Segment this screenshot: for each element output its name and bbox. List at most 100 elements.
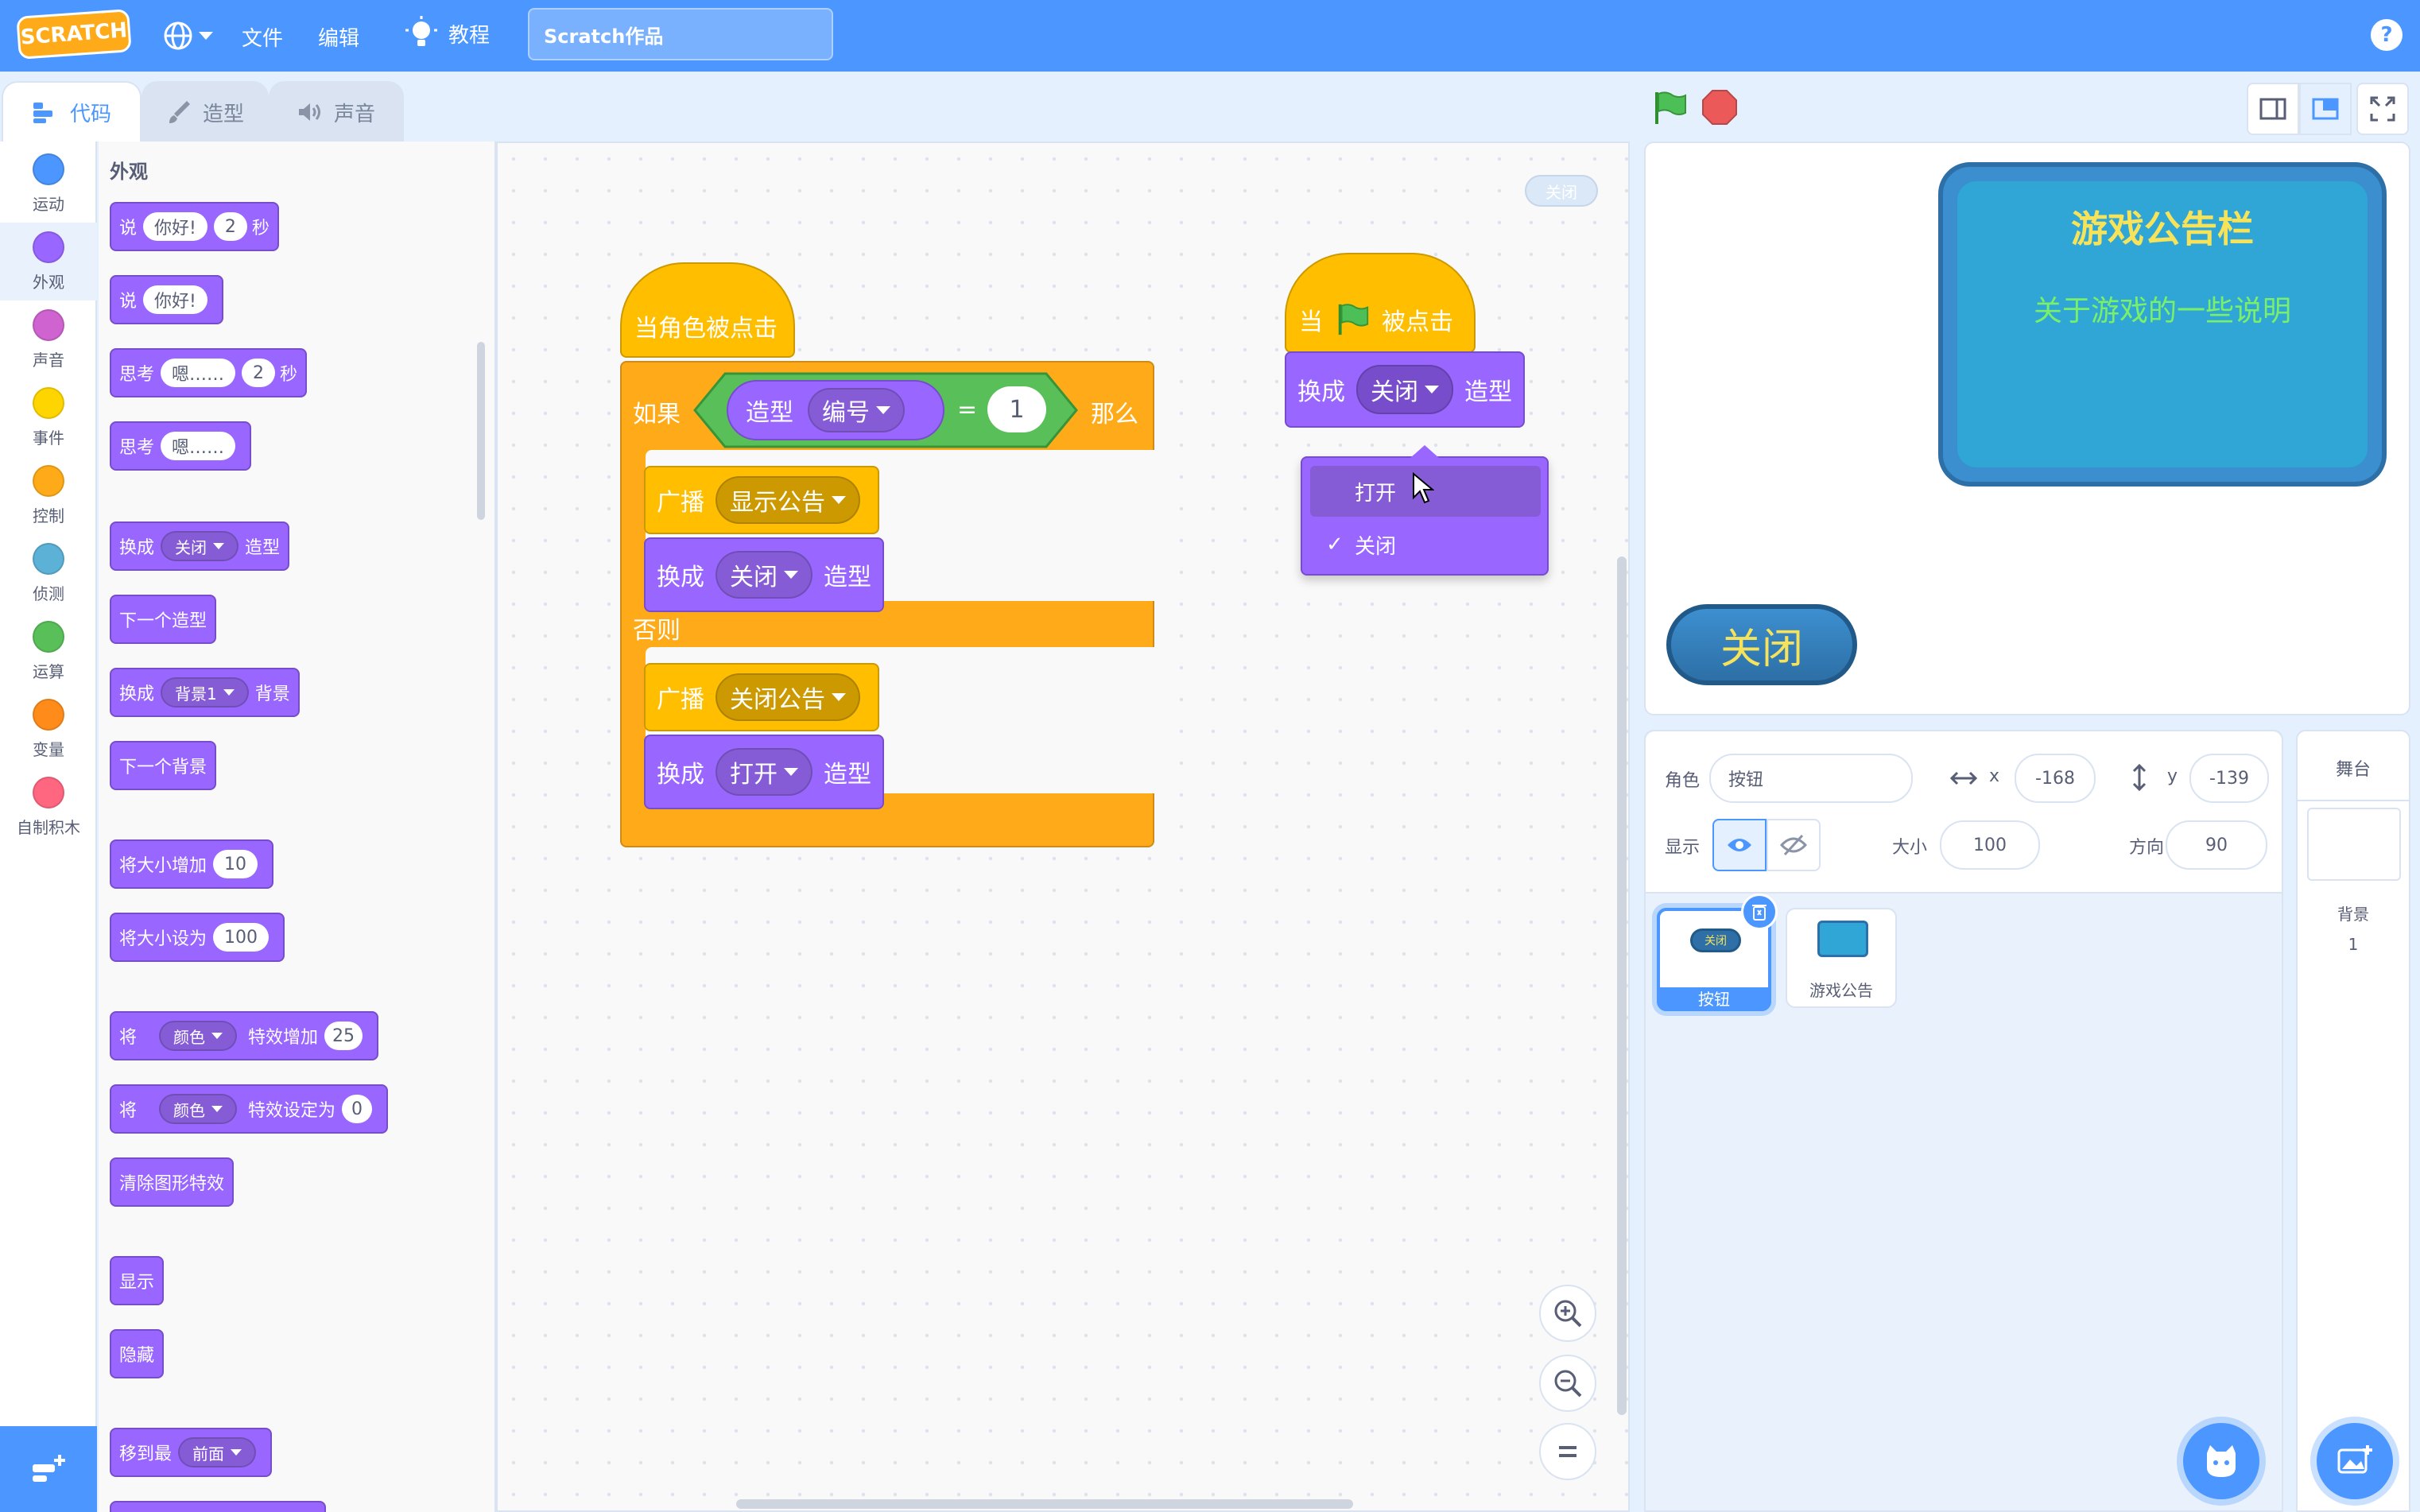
costume-reporter[interactable]: 造型 编号 [727, 380, 944, 440]
block-say-for-secs[interactable]: 说 你好! 2 秒 [110, 202, 279, 251]
sprite-tile-notice[interactable]: 游戏公告 [1786, 908, 1897, 1008]
broadcast-close-notice[interactable]: 广播 关闭公告 [644, 663, 879, 731]
effect-dropdown[interactable]: 颜色 [159, 1021, 238, 1051]
sprite-name-input[interactable]: 按钮 [1709, 754, 1913, 803]
set-effect-input[interactable]: 0 [342, 1095, 373, 1123]
costume-dropdown[interactable]: 打开 [716, 748, 812, 796]
size-input[interactable]: 100 [1940, 820, 2040, 870]
costume-dropdown-open[interactable]: 关闭 [1356, 365, 1453, 414]
palette-scrollbar[interactable] [477, 342, 485, 520]
dropdown-option-close[interactable]: ✓ 关闭 [1310, 520, 1541, 569]
zoom-reset-button[interactable] [1539, 1423, 1596, 1480]
notice-board[interactable]: 游戏公告栏 关于游戏的一些说明 [1938, 162, 2387, 487]
broadcast-message-dropdown[interactable]: 关闭公告 [716, 673, 860, 721]
block-show[interactable]: 显示 [110, 1256, 165, 1305]
add-backdrop-button[interactable] [2317, 1423, 2393, 1499]
change-size-input[interactable]: 10 [213, 850, 258, 878]
switch-costume-close[interactable]: 换成 关闭 造型 [644, 537, 884, 612]
block-clear-effects[interactable]: 清除图形特效 [110, 1157, 235, 1207]
category-looks[interactable]: 外观 [0, 223, 97, 300]
block-change-size[interactable]: 将大小增加 10 [110, 839, 274, 889]
block-palette: 外观 说 你好! 2 秒 说 你好! 思考 嗯…… 2 秒 思考 嗯…… 换成 … [99, 142, 496, 1512]
code-workspace[interactable]: 关闭 当角色被点击 如果 那么 否则 造型 编号 = 1 广播 显示公告 换成 … [496, 142, 1630, 1512]
costume-dropdown[interactable]: 关闭 [161, 531, 239, 561]
workspace-vertical-scrollbar[interactable] [1617, 556, 1627, 1415]
block-think[interactable]: 思考 嗯…… [110, 421, 252, 471]
say-secs-input[interactable]: 2 [213, 212, 247, 241]
add-extension-button[interactable] [0, 1426, 97, 1512]
show-hidden-button[interactable] [1767, 819, 1821, 871]
scratch-logo[interactable]: SCRATCH [16, 9, 132, 60]
say-input[interactable]: 你好! [143, 285, 207, 314]
think-secs-input[interactable]: 2 [242, 359, 276, 387]
say-message-input[interactable]: 你好! [143, 212, 207, 241]
tab-costumes[interactable]: 造型 [142, 81, 269, 142]
show-visible-button[interactable] [1712, 819, 1767, 871]
hat-when-flag-clicked[interactable]: 当 被点击 [1285, 253, 1476, 353]
stage-selector-panel[interactable]: 舞台 背景 1 [2296, 730, 2410, 1512]
help-button[interactable]: ? [2371, 19, 2403, 51]
block-switch-costume[interactable]: 换成 关闭 造型 [110, 521, 290, 571]
category-sound[interactable]: 声音 [0, 300, 97, 378]
switch-costume-open[interactable]: 换成 打开 造型 [644, 735, 884, 809]
category-control[interactable]: 控制 [0, 456, 97, 534]
category-operators[interactable]: 运算 [0, 612, 97, 690]
menu-file[interactable]: 文件 [242, 22, 283, 52]
category-variables[interactable]: 变量 [0, 690, 97, 768]
category-sensing[interactable]: 侦测 [0, 534, 97, 612]
fullscreen-button[interactable] [2356, 83, 2409, 135]
delete-sprite-button[interactable] [1741, 894, 1778, 930]
broadcast-show-notice[interactable]: 广播 显示公告 [644, 466, 879, 534]
block-set-effect[interactable]: 将 颜色 特效设定为 0 [110, 1084, 389, 1134]
equals-value-input[interactable]: 1 [987, 386, 1046, 432]
zoom-out-button[interactable] [1539, 1355, 1596, 1412]
stage-close-button-sprite[interactable]: 关闭 [1666, 604, 1857, 685]
green-flag-icon[interactable] [1650, 89, 1689, 127]
block-next-backdrop[interactable]: 下一个背景 [110, 741, 217, 790]
block-next-costume[interactable]: 下一个造型 [110, 595, 217, 644]
stage-canvas[interactable]: 游戏公告栏 关于游戏的一些说明 关闭 [1644, 142, 2410, 715]
workspace-horizontal-scrollbar[interactable] [736, 1499, 1353, 1509]
think-input[interactable]: 嗯…… [161, 432, 236, 460]
small-stage-button[interactable] [2247, 83, 2299, 135]
x-input[interactable]: -168 [2015, 754, 2096, 803]
tab-sounds[interactable]: 声音 [269, 81, 404, 142]
large-stage-button[interactable] [2299, 83, 2352, 135]
menu-tutorials[interactable]: 教程 [405, 16, 490, 51]
broadcast-message-dropdown[interactable]: 显示公告 [716, 476, 860, 524]
block-hide[interactable]: 隐藏 [110, 1329, 165, 1378]
layer-dropdown[interactable]: 前面 [178, 1437, 257, 1467]
costume-dropdown[interactable]: 关闭 [716, 551, 812, 599]
block-switch-backdrop[interactable]: 换成 背景1 背景 [110, 668, 300, 717]
category-motion[interactable]: 运动 [0, 145, 97, 223]
menu-edit[interactable]: 编辑 [318, 22, 359, 52]
block-go-to-layer[interactable]: 移到最 前面 [110, 1428, 273, 1477]
add-sprite-button[interactable] [2183, 1423, 2259, 1499]
condition-equals[interactable]: 造型 编号 = 1 [693, 372, 1078, 448]
zoom-in-button[interactable] [1539, 1285, 1596, 1342]
change-effect-input[interactable]: 25 [324, 1022, 363, 1050]
y-input[interactable]: -139 [2189, 754, 2269, 803]
category-my-blocks[interactable]: 自制积木 [0, 768, 97, 846]
language-menu[interactable] [162, 17, 216, 54]
set-size-input[interactable]: 100 [213, 923, 270, 952]
block-partial[interactable] [110, 1501, 326, 1512]
think-message-input[interactable]: 嗯…… [161, 359, 236, 387]
palette-heading: 外观 [110, 161, 148, 183]
category-events[interactable]: 事件 [0, 378, 97, 456]
backdrop-thumbnail[interactable] [2307, 808, 2401, 881]
x-arrows-icon [1949, 771, 1978, 785]
block-think-for-secs[interactable]: 思考 嗯…… 2 秒 [110, 348, 308, 397]
backdrop-dropdown[interactable]: 背景1 [161, 677, 249, 708]
block-say[interactable]: 说 你好! [110, 275, 223, 324]
costume-property-dropdown[interactable]: 编号 [808, 388, 905, 432]
hat-when-sprite-clicked[interactable]: 当角色被点击 [620, 262, 795, 358]
block-set-size[interactable]: 将大小设为 100 [110, 913, 285, 962]
stop-icon[interactable] [1701, 89, 1738, 126]
direction-input[interactable]: 90 [2166, 820, 2267, 870]
project-title-input[interactable]: Scratch作品 [528, 8, 833, 60]
switch-costume-flag[interactable]: 换成 关闭 造型 [1285, 351, 1525, 428]
tab-code[interactable]: 代码 [2, 81, 142, 142]
block-change-effect[interactable]: 将 颜色 特效增加 25 [110, 1011, 379, 1060]
effect-dropdown[interactable]: 颜色 [159, 1094, 238, 1124]
